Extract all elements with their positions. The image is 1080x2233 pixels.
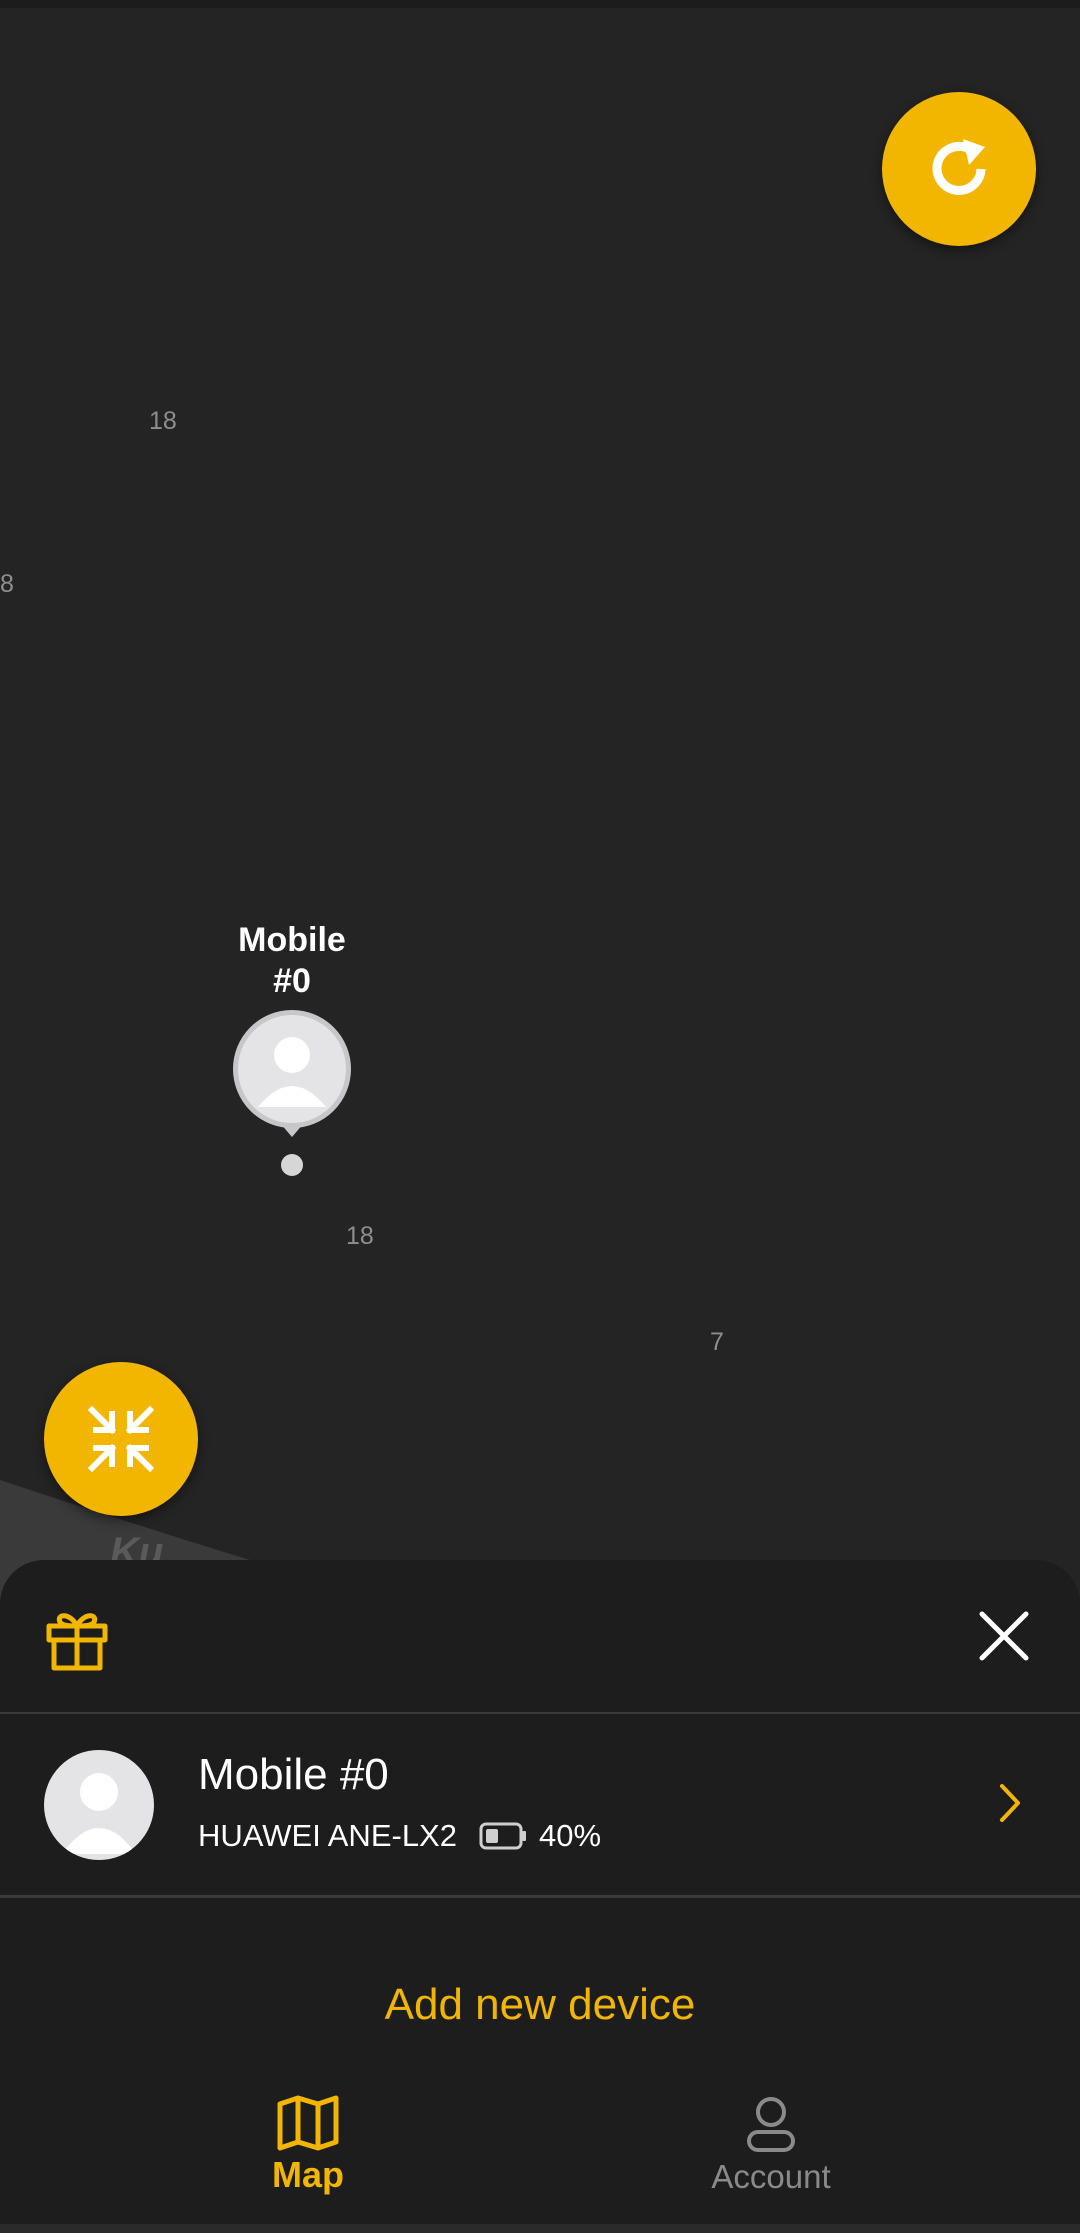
system-nav-bar bbox=[0, 2224, 1080, 2233]
device-map-marker[interactable]: Mobile #0 bbox=[180, 920, 404, 1176]
chevron-right-icon bbox=[1000, 1784, 1020, 1822]
collapse-arrows-icon bbox=[87, 1405, 155, 1473]
gift-button[interactable] bbox=[44, 1606, 110, 1672]
bottom-navigation: Map Account bbox=[0, 2086, 1080, 2233]
device-model: HUAWEI ANE-LX2 bbox=[198, 1818, 457, 1853]
device-details: HUAWEI ANE-LX2 40% bbox=[198, 1818, 601, 1854]
add-device-button[interactable]: Add new device bbox=[0, 1980, 1080, 2030]
close-icon bbox=[979, 1611, 1029, 1661]
marker-label: Mobile #0 bbox=[238, 921, 346, 1000]
device-name: Mobile #0 bbox=[198, 1750, 389, 1799]
map-label: 18 bbox=[346, 1222, 374, 1250]
marker-avatar bbox=[233, 1010, 351, 1137]
nav-tab-map[interactable]: Map bbox=[158, 2086, 458, 2233]
map-label: 7 bbox=[710, 1328, 724, 1356]
refresh-icon bbox=[932, 139, 986, 195]
device-list-item[interactable]: Mobile #0 HUAWEI ANE-LX2 40% bbox=[0, 1714, 1080, 1898]
map-icon bbox=[277, 2095, 339, 2151]
refresh-button[interactable] bbox=[882, 92, 1036, 246]
sheet-header bbox=[0, 1560, 1080, 1714]
nav-account-label: Account bbox=[711, 2158, 831, 2195]
account-icon bbox=[747, 2097, 795, 2152]
battery-icon bbox=[479, 1822, 526, 1850]
app-screen: 18 8 18 7 Kи Mobile #0 Mobile #0 HUAWEI … bbox=[0, 0, 1080, 2233]
device-avatar bbox=[44, 1750, 154, 1860]
map-view[interactable]: 18 8 18 7 Kи Mobile #0 bbox=[0, 0, 1080, 1600]
nav-map-label: Map bbox=[272, 2154, 344, 2195]
map-label: 18 bbox=[149, 407, 177, 435]
person-icon bbox=[62, 1773, 136, 1854]
map-road bbox=[0, 1480, 250, 1600]
marker-tail bbox=[280, 1123, 304, 1137]
gift-icon bbox=[46, 1613, 108, 1671]
close-button[interactable] bbox=[974, 1606, 1034, 1666]
collapse-button[interactable] bbox=[44, 1362, 198, 1516]
map-label: 8 bbox=[0, 570, 14, 598]
nav-tab-account[interactable]: Account bbox=[621, 2086, 921, 2233]
battery-percent: 40% bbox=[538, 1818, 602, 1853]
status-bar bbox=[0, 0, 1080, 8]
person-icon bbox=[258, 1037, 326, 1107]
location-dot bbox=[281, 1154, 303, 1176]
